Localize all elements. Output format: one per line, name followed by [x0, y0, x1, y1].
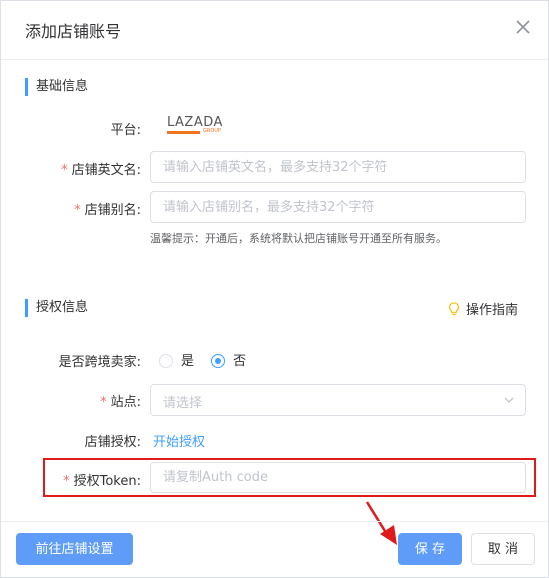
dialog-footer: 前往店铺设置 保 存 取 消	[1, 521, 548, 578]
store-name-en-input[interactable]	[150, 151, 526, 183]
store-auth-label: 店铺授权:	[84, 435, 141, 450]
site-select-placeholder: 请选择	[163, 396, 203, 411]
section-basic-info: 基础信息	[25, 78, 88, 96]
auth-token-label: * 授权Token:	[63, 474, 141, 489]
radio-yes[interactable]: 是	[159, 350, 194, 369]
store-name-en-label: * 店铺英文名:	[61, 163, 141, 178]
start-authorization-link[interactable]: 开始授权	[153, 431, 205, 450]
radio-circle	[159, 354, 173, 368]
lightbulb-icon	[448, 302, 460, 316]
operation-guide-link[interactable]: 操作指南	[448, 299, 518, 318]
section-auth-info: 授权信息	[25, 299, 88, 317]
store-alias-input[interactable]	[150, 191, 526, 223]
dialog-title: 添加店铺账号	[25, 22, 122, 41]
site-select[interactable]: 请选择	[150, 384, 526, 416]
auth-token-input[interactable]	[150, 462, 526, 493]
hint-text: 温馨提示：开通后，系统将默认把店铺账号开通至所有服务。	[150, 232, 447, 245]
radio-circle-checked	[211, 354, 226, 368]
goto-store-settings-button[interactable]: 前往店铺设置	[16, 533, 133, 565]
radio-no[interactable]: 否	[211, 350, 246, 369]
store-alias-label: * 店铺别名:	[74, 203, 141, 218]
site-label: * 站点:	[100, 395, 141, 410]
dialog-header: 添加店铺账号	[1, 1, 548, 60]
chevron-down-icon	[504, 397, 514, 403]
close-icon[interactable]	[513, 17, 533, 37]
lazada-logo: LAZADA GROUP	[167, 115, 223, 134]
cancel-button[interactable]: 取 消	[471, 533, 535, 565]
add-store-account-dialog: 添加店铺账号 基础信息 平台: LAZADA GROUP *店铺英文名: *店铺…	[0, 0, 549, 578]
cross-border-radio-group: 是 否	[159, 350, 258, 369]
platform-label: 平台:	[110, 123, 141, 138]
cross-border-label: 是否跨境卖家:	[58, 355, 141, 370]
save-button[interactable]: 保 存	[398, 533, 462, 565]
